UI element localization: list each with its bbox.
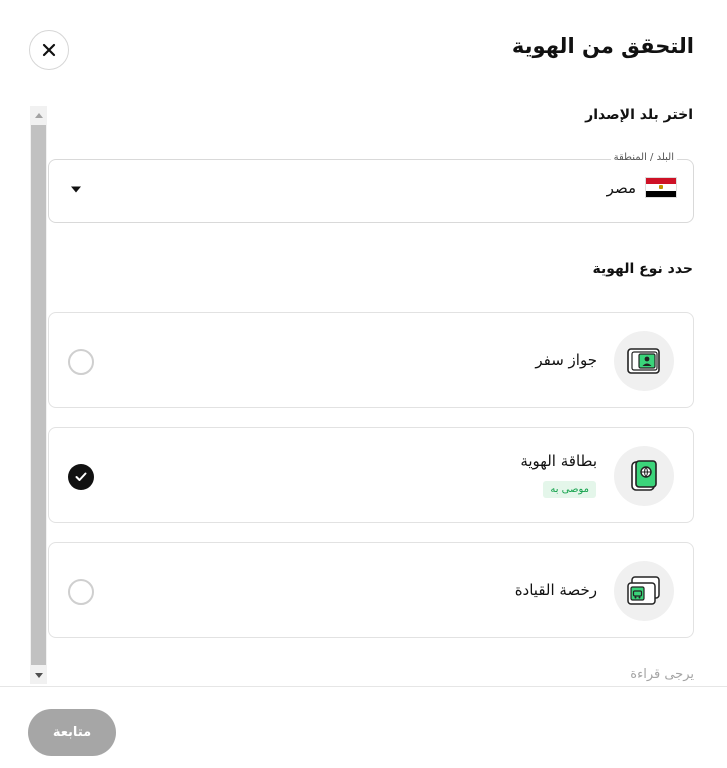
- radio-id-card[interactable]: [68, 464, 94, 490]
- country-section-label: اختر بلد الإصدار: [585, 107, 693, 123]
- caret-down-icon: [71, 186, 81, 193]
- id-card-icon: [614, 446, 674, 506]
- country-field-label: البلد / المنطقة: [610, 152, 677, 163]
- country-value-text: مصر: [606, 178, 636, 197]
- scrollbar[interactable]: [30, 106, 47, 684]
- id-option-label: رخصة القيادة: [514, 581, 597, 599]
- id-option-label: جواز سفر: [535, 351, 597, 369]
- scroll-thumb[interactable]: [31, 125, 46, 665]
- id-type-section-label: حدد نوع الهوية: [592, 261, 693, 277]
- id-option-id-card[interactable]: بطاقة الهوية موصى به: [48, 427, 694, 523]
- triangle-down-icon: [34, 672, 43, 678]
- country-selected: مصر: [607, 177, 677, 198]
- triangle-up-icon: [34, 112, 43, 118]
- close-icon: [42, 43, 56, 57]
- driving-license-icon: [614, 561, 674, 621]
- scroll-up-arrow[interactable]: [30, 106, 47, 123]
- scroll-down-arrow[interactable]: [30, 667, 47, 684]
- page-title: التحقق من الهوية: [511, 34, 694, 58]
- egypt-flag-icon: [645, 177, 677, 198]
- terms-note: يرجى قراءة: [630, 667, 694, 682]
- id-option-label: بطاقة الهوية: [520, 452, 597, 470]
- radio-passport[interactable]: [68, 349, 94, 375]
- recommended-badge: موصى به: [543, 481, 596, 498]
- radio-driving-license[interactable]: [68, 579, 94, 605]
- id-option-passport[interactable]: جواز سفر: [48, 312, 694, 408]
- id-option-driving-license[interactable]: رخصة القيادة: [48, 542, 694, 638]
- continue-button[interactable]: متابعة: [28, 709, 116, 756]
- passport-icon: [614, 331, 674, 391]
- checkmark-icon: [75, 472, 87, 481]
- close-button[interactable]: [29, 30, 69, 70]
- country-select[interactable]: البلد / المنطقة مصر: [48, 152, 694, 223]
- footer-divider: [0, 686, 727, 687]
